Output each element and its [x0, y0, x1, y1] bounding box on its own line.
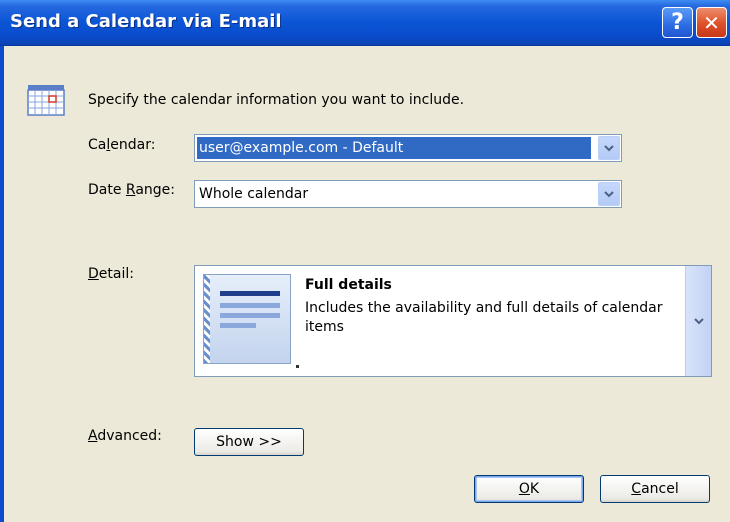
- cancel-button[interactable]: Cancel: [600, 475, 710, 503]
- close-icon: ✕: [703, 10, 720, 35]
- detail-dropdown-button[interactable]: [685, 266, 711, 376]
- intro-text: Specify the calendar information you wan…: [88, 92, 465, 108]
- show-advanced-button[interactable]: Show >>: [194, 428, 304, 456]
- help-icon: ?: [671, 10, 684, 35]
- date-range-label: Date Range:: [88, 182, 176, 198]
- detail-option-title: Full details: [305, 277, 392, 293]
- chevron-down-icon: [604, 144, 614, 151]
- title-bar[interactable]: Send a Calendar via E-mail ? ✕: [0, 0, 730, 46]
- detail-option-description: Includes the availability and full detai…: [305, 300, 663, 335]
- help-button[interactable]: ?: [662, 7, 693, 38]
- calendar-dropdown-button[interactable]: [598, 136, 620, 160]
- calendar-label: Calendar:: [88, 137, 156, 153]
- dialog-title: Send a Calendar via E-mail: [10, 11, 282, 32]
- detail-label: Detail:: [88, 266, 134, 282]
- date-range-dropdown-button[interactable]: [598, 182, 620, 206]
- ok-button[interactable]: OK: [474, 475, 584, 503]
- date-range-select-value: Whole calendar: [199, 186, 309, 202]
- calendar-select[interactable]: user@example.com - Default: [194, 134, 622, 162]
- calendar-select-value: user@example.com - Default: [197, 137, 591, 159]
- send-calendar-dialog: Send a Calendar via E-mail ? ✕ Specify t…: [0, 0, 730, 522]
- chevron-down-icon: [693, 317, 704, 324]
- resize-grip-icon: [296, 365, 299, 368]
- close-button[interactable]: ✕: [696, 7, 727, 38]
- window-frame-left: [0, 46, 4, 522]
- full-details-preview-icon: [203, 274, 291, 364]
- chevron-down-icon: [604, 190, 614, 197]
- advanced-label: Advanced:: [88, 428, 162, 444]
- date-range-select[interactable]: Whole calendar: [194, 180, 622, 208]
- detail-selector[interactable]: Full details Includes the availability a…: [194, 265, 712, 377]
- calendar-icon: [27, 85, 65, 116]
